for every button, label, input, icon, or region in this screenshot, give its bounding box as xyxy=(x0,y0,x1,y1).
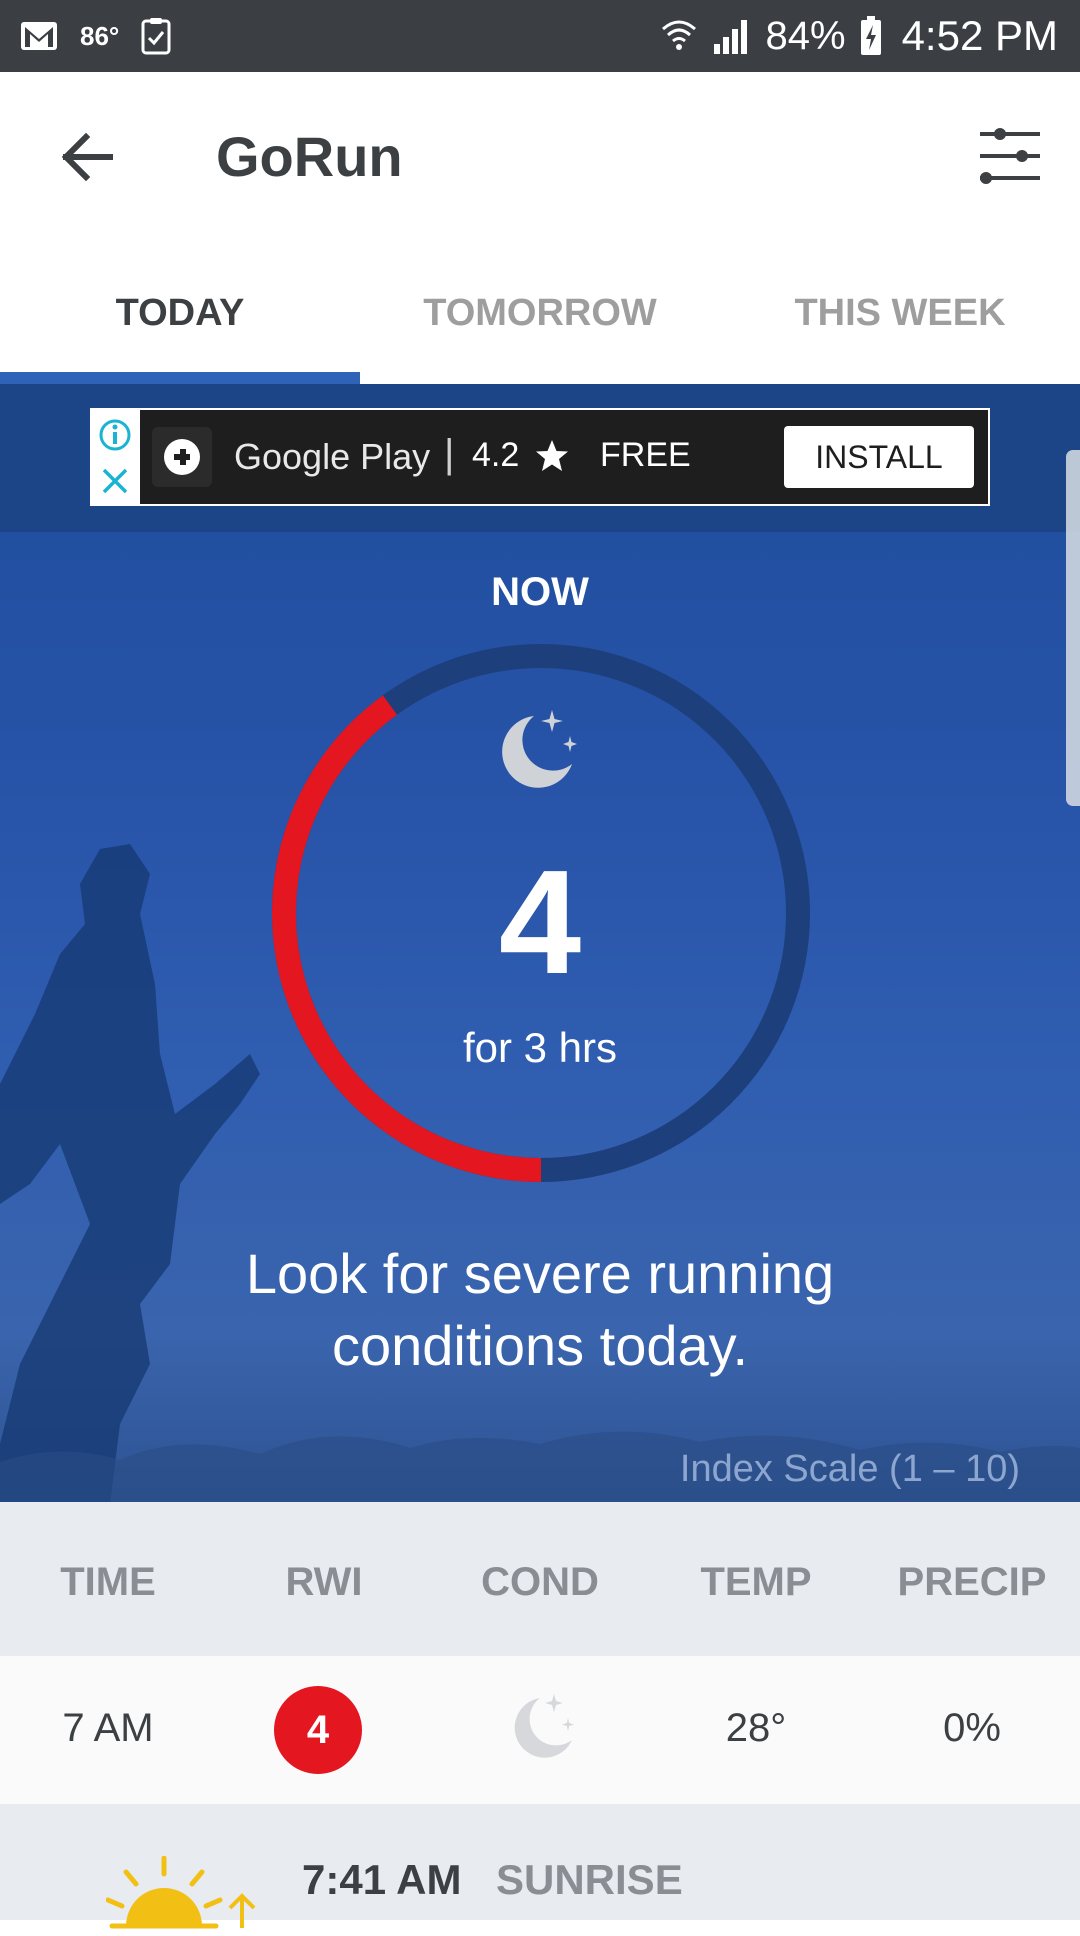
settings-sliders-button[interactable] xyxy=(976,122,1044,190)
forecast-table-header: TIME RWI COND TEMP PRECIP xyxy=(0,1502,1080,1656)
table-row[interactable]: 7 AM 4 28° 0% xyxy=(0,1656,1080,1804)
row-time: 7 AM xyxy=(62,1706,154,1750)
moon-stars-icon xyxy=(502,710,577,788)
sunrise-icon xyxy=(106,1856,256,1929)
row-rwi-badge: 4 xyxy=(274,1686,362,1774)
uber-logo-icon xyxy=(164,439,200,475)
battery-charging-icon xyxy=(860,16,881,55)
ad-rating: 4.2 xyxy=(472,436,520,474)
scrollbar-thumb[interactable] xyxy=(1066,450,1080,806)
battery-percent: 84% xyxy=(765,13,846,58)
ad-install-button[interactable]: INSTALL xyxy=(784,426,974,488)
status-bar: 86° 84% 4:52 PM xyxy=(0,0,1080,72)
row-precip: 0% xyxy=(943,1706,1001,1750)
sunrise-label: SUNRISE xyxy=(496,1856,683,1903)
index-scale-note: Index Scale (1 – 10) xyxy=(679,1448,1020,1490)
header-time: TIME xyxy=(60,1560,156,1604)
ad-info-icon[interactable] xyxy=(98,418,132,452)
status-temperature: 86° xyxy=(80,20,120,51)
app-title: GoRun xyxy=(216,125,403,188)
hero-panel: Google Play | 4.2 FREE INSTALL NOW 4 for… xyxy=(0,384,1080,1502)
sliders-icon xyxy=(980,128,1040,184)
tab-bar: TODAY TOMORROW THIS WEEK xyxy=(0,242,1080,384)
status-left: 86° xyxy=(20,0,171,72)
status-right: 84% 4:52 PM xyxy=(660,0,1058,72)
back-button[interactable] xyxy=(52,122,122,192)
rwi-value: 4 xyxy=(498,840,582,1005)
now-label: NOW xyxy=(491,570,589,614)
signal-icon xyxy=(713,20,747,54)
tab-this-week[interactable]: THIS WEEK xyxy=(720,292,1080,335)
moon-stars-icon xyxy=(514,1694,574,1758)
tab-tomorrow[interactable]: TOMORROW xyxy=(360,292,720,335)
star-icon xyxy=(536,440,568,471)
app-bar: GoRun xyxy=(0,72,1080,242)
ad-separator: | xyxy=(444,432,455,476)
ad-close-icon[interactable] xyxy=(98,464,132,498)
ad-store-name: Google Play xyxy=(234,436,431,477)
ad-banner-strip: Google Play | 4.2 FREE INSTALL xyxy=(0,384,1080,532)
header-temp: TEMP xyxy=(700,1560,812,1604)
sunrise-row: 7:41 AM SUNRISE xyxy=(0,1804,1080,1929)
gmail-icon xyxy=(21,22,57,50)
sunrise-time: 7:41 AM xyxy=(302,1856,462,1903)
arrow-back-icon xyxy=(61,132,113,182)
conditions-message: Look for severe running conditions today… xyxy=(245,1242,835,1377)
row-temp: 28° xyxy=(725,1706,787,1750)
ad-app-logo xyxy=(152,427,212,487)
task-check-icon xyxy=(141,18,171,55)
header-rwi: RWI xyxy=(285,1560,363,1604)
status-time: 4:52 PM xyxy=(901,12,1058,59)
rwi-duration: for 3 hrs xyxy=(462,1024,618,1071)
header-precip: PRECIP xyxy=(897,1560,1047,1604)
wifi-icon xyxy=(661,20,696,50)
tab-indicator xyxy=(0,372,360,384)
ad-controls xyxy=(92,410,140,504)
ad-price: FREE xyxy=(600,436,691,474)
header-cond: COND xyxy=(481,1560,599,1604)
tab-today[interactable]: TODAY xyxy=(0,292,360,335)
ad-banner[interactable]: Google Play | 4.2 FREE INSTALL xyxy=(90,408,990,506)
